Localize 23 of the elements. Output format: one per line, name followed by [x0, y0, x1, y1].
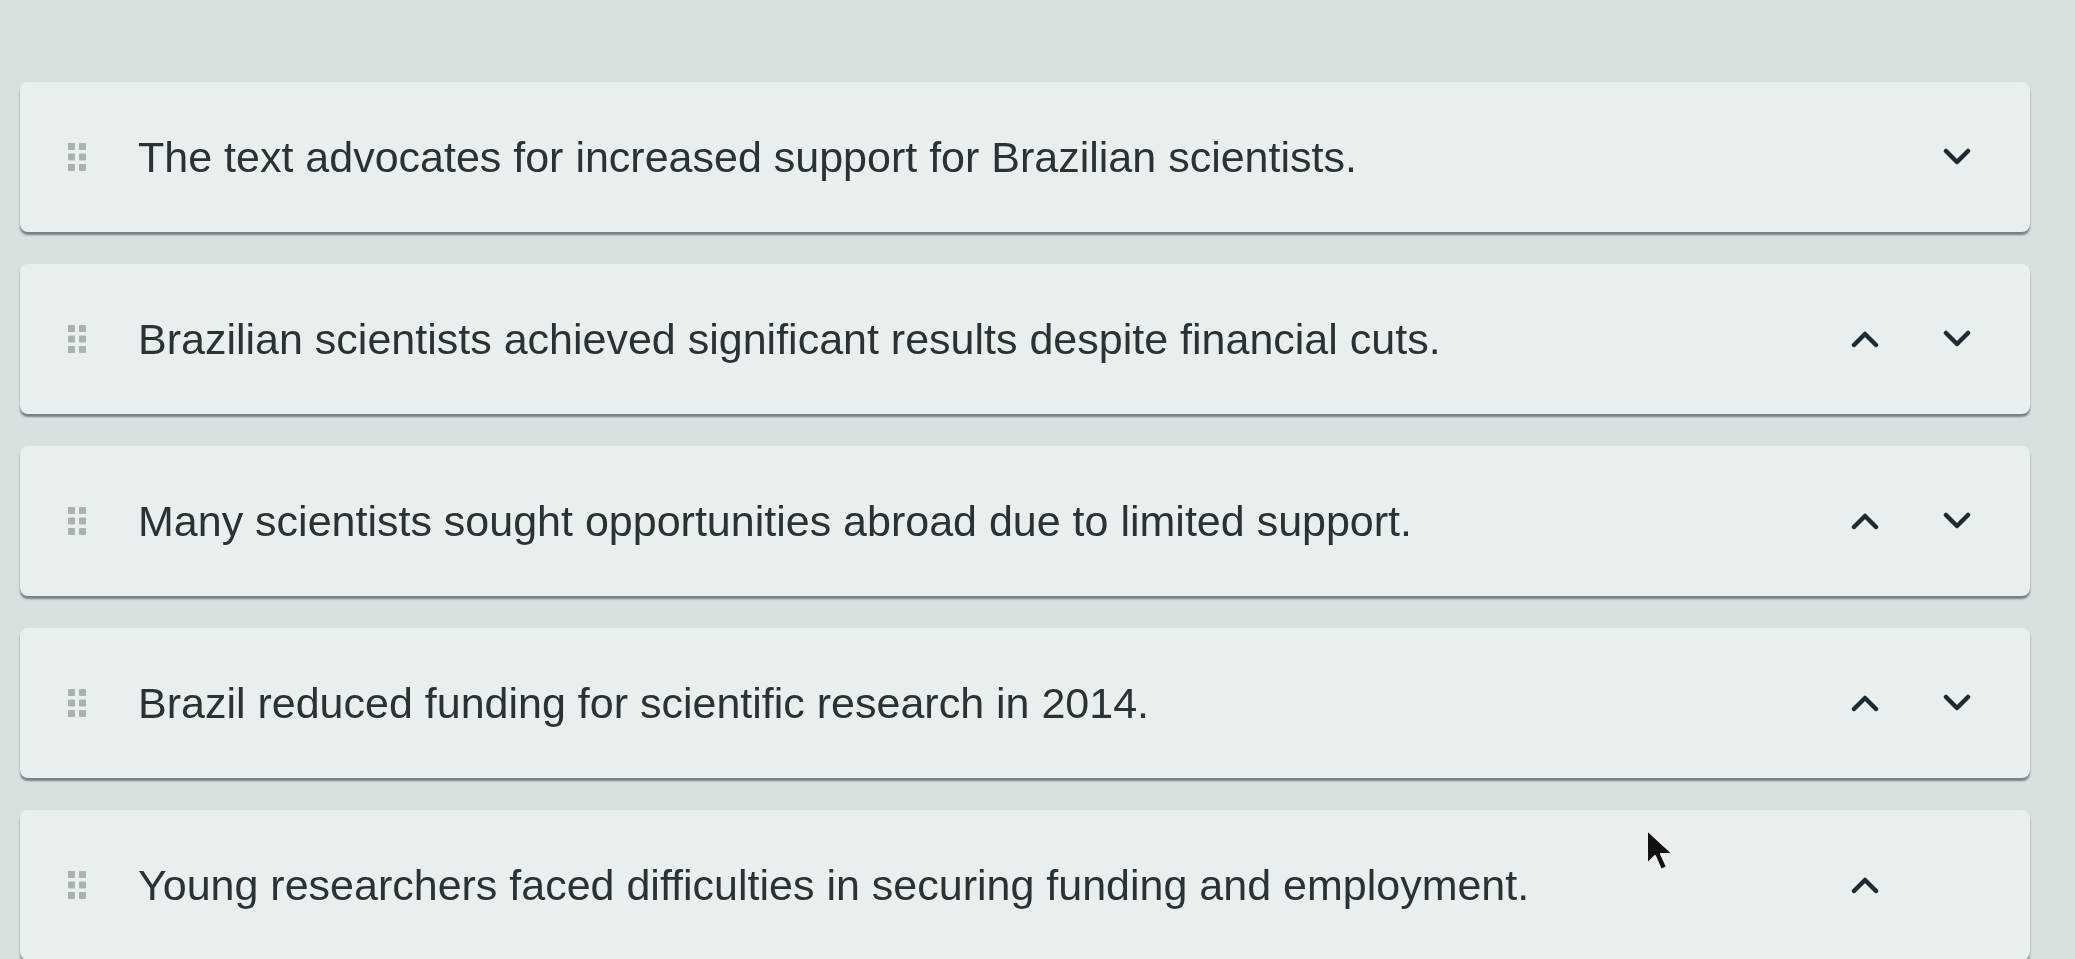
item-text: Many scientists sought opportunities abroad due to limited support.: [138, 495, 1412, 547]
chevron-down-icon: [1943, 330, 1971, 348]
list-item-card[interactable]: Young researchers faced difficulties in securing funding and employment.: [20, 810, 2030, 959]
drag-handle-icon[interactable]: [68, 689, 86, 717]
chevron-up-icon: [1851, 876, 1879, 894]
chevron-down-icon: [1943, 148, 1971, 166]
drag-handle-icon[interactable]: [68, 143, 86, 171]
list-item-card[interactable]: The text advocates for increased support for Brazilian scientists.: [20, 82, 2030, 232]
drag-handle-icon[interactable]: [68, 507, 86, 535]
item-text: Brazil reduced funding for scientific research in 2014.: [138, 677, 1150, 729]
drag-handle-icon[interactable]: [68, 325, 86, 353]
chevron-up-icon: [1851, 694, 1879, 712]
chevron-up-icon: [1851, 512, 1879, 530]
item-text: Brazilian scientists achieved significant results despite financial cuts.: [138, 313, 1441, 365]
list-item-card[interactable]: Brazil reduced funding for scientific research in 2014.: [20, 628, 2030, 778]
list-item-card[interactable]: Brazilian scientists achieved significant results despite financial cuts.: [20, 264, 2030, 414]
list-item-card[interactable]: Many scientists sought opportunities abroad due to limited support.: [20, 446, 2030, 596]
item-text: Young researchers faced difficulties in securing funding and employment.: [138, 859, 1530, 911]
item-text: The text advocates for increased support for Brazilian scientists.: [138, 131, 1357, 183]
chevron-up-icon: [1851, 330, 1879, 348]
drag-handle-icon[interactable]: [68, 871, 86, 899]
chevron-down-icon: [1943, 694, 1971, 712]
chevron-down-icon: [1943, 512, 1971, 530]
